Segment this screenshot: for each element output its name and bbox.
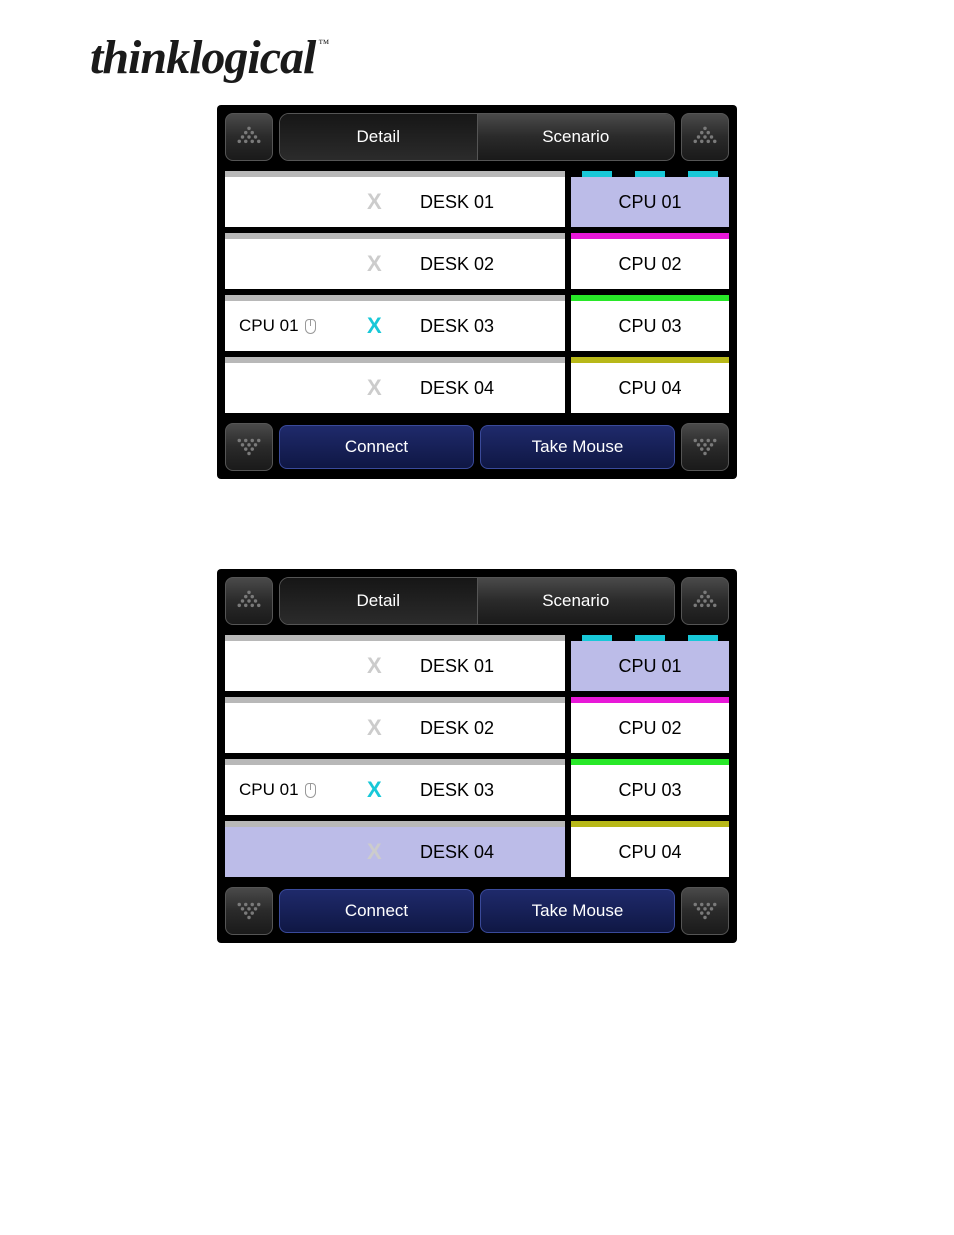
cpu-cell[interactable]: CPU 03 [571, 759, 729, 815]
connect-label: Connect [345, 901, 408, 921]
tab-scenario[interactable]: Scenario [478, 114, 675, 160]
mouse-icon [305, 319, 316, 334]
desk-label: DESK 02 [420, 254, 494, 275]
desk-cell[interactable]: CPU 01 X DESK 03 [225, 759, 565, 815]
triangle-down-icon [692, 898, 718, 924]
disconnect-x-icon[interactable]: X [367, 313, 382, 339]
cpu-label: CPU 01 [618, 656, 681, 677]
cpu-label: CPU 03 [618, 316, 681, 337]
triangle-up-icon [236, 588, 262, 614]
tab-scenario[interactable]: Scenario [478, 578, 675, 624]
take-mouse-button[interactable]: Take Mouse [480, 889, 675, 933]
desk-label: DESK 04 [420, 842, 494, 863]
cpu-accent-dashes [571, 635, 729, 641]
desk-cpu-grid: X DESK 01 CPU 01 X DESK 02 CPU 02 CPU 01 X DESK… [225, 635, 729, 877]
tab-scenario-label: Scenario [542, 591, 609, 611]
desk-label: DESK 04 [420, 378, 494, 399]
tab-group: Detail Scenario [279, 577, 675, 625]
cpu-cell[interactable]: CPU 02 [571, 233, 729, 289]
disconnect-x-icon[interactable]: X [367, 375, 382, 401]
grid-row: X DESK 01 CPU 01 [225, 635, 729, 691]
control-panel: Detail Scenario X DESK 01 CPU 01 X DESK 02 CPU… [217, 569, 737, 943]
desk-label: DESK 03 [420, 780, 494, 801]
desk-cell[interactable]: X DESK 01 [225, 635, 565, 691]
tab-detail-label: Detail [357, 591, 400, 611]
nav-up-left-button[interactable] [225, 577, 273, 625]
nav-up-right-button[interactable] [681, 113, 729, 161]
triangle-down-icon [692, 434, 718, 460]
grid-row: CPU 01 X DESK 03 CPU 03 [225, 295, 729, 351]
trademark-symbol: ™ [318, 38, 329, 50]
grid-row: X DESK 02 CPU 02 [225, 697, 729, 753]
mouse-icon [305, 783, 316, 798]
desk-cell[interactable]: X DESK 04 [225, 821, 565, 877]
cpu-cell[interactable]: CPU 02 [571, 697, 729, 753]
cpu-cell[interactable]: CPU 04 [571, 357, 729, 413]
control-panel: Detail Scenario X DESK 01 CPU 01 X DESK 02 CPU… [217, 105, 737, 479]
grid-row: X DESK 04 CPU 04 [225, 821, 729, 877]
connected-cpu-label: CPU 01 [239, 316, 316, 336]
take-mouse-label: Take Mouse [532, 901, 624, 921]
desk-cell[interactable]: X DESK 02 [225, 697, 565, 753]
take-mouse-label: Take Mouse [532, 437, 624, 457]
grid-row: X DESK 04 CPU 04 [225, 357, 729, 413]
cpu-cell[interactable]: CPU 04 [571, 821, 729, 877]
nav-down-left-button[interactable] [225, 887, 273, 935]
triangle-up-icon [692, 124, 718, 150]
desk-label: DESK 02 [420, 718, 494, 739]
disconnect-x-icon[interactable]: X [367, 251, 382, 277]
desk-label: DESK 01 [420, 192, 494, 213]
take-mouse-button[interactable]: Take Mouse [480, 425, 675, 469]
triangle-down-icon [236, 898, 262, 924]
grid-row: X DESK 02 CPU 02 [225, 233, 729, 289]
cpu-cell[interactable]: CPU 01 [571, 171, 729, 227]
triangle-up-icon [692, 588, 718, 614]
tab-detail[interactable]: Detail [280, 578, 478, 624]
cpu-accent-dashes [571, 171, 729, 177]
cpu-label: CPU 03 [618, 780, 681, 801]
desk-cell[interactable]: CPU 01 X DESK 03 [225, 295, 565, 351]
desk-cpu-grid: X DESK 01 CPU 01 X DESK 02 CPU 02 CPU 01 X DESK… [225, 171, 729, 413]
nav-up-right-button[interactable] [681, 577, 729, 625]
triangle-up-icon [236, 124, 262, 150]
connect-button[interactable]: Connect [279, 889, 474, 933]
cpu-label: CPU 01 [618, 192, 681, 213]
tab-detail-label: Detail [357, 127, 400, 147]
disconnect-x-icon[interactable]: X [367, 777, 382, 803]
connect-label: Connect [345, 437, 408, 457]
brand-name: thinklogical [90, 31, 315, 84]
nav-down-right-button[interactable] [681, 887, 729, 935]
nav-up-left-button[interactable] [225, 113, 273, 161]
disconnect-x-icon[interactable]: X [367, 653, 382, 679]
desk-label: DESK 01 [420, 656, 494, 677]
disconnect-x-icon[interactable]: X [367, 839, 382, 865]
tab-detail[interactable]: Detail [280, 114, 478, 160]
triangle-down-icon [236, 434, 262, 460]
tab-scenario-label: Scenario [542, 127, 609, 147]
connected-cpu-label: CPU 01 [239, 780, 316, 800]
disconnect-x-icon[interactable]: X [367, 715, 382, 741]
cpu-label: CPU 04 [618, 378, 681, 399]
desk-label: DESK 03 [420, 316, 494, 337]
nav-down-left-button[interactable] [225, 423, 273, 471]
brand-logo: thinklogical™ [0, 20, 954, 105]
cpu-cell[interactable]: CPU 01 [571, 635, 729, 691]
desk-cell[interactable]: X DESK 01 [225, 171, 565, 227]
connect-button[interactable]: Connect [279, 425, 474, 469]
cpu-cell[interactable]: CPU 03 [571, 295, 729, 351]
tab-group: Detail Scenario [279, 113, 675, 161]
desk-cell[interactable]: X DESK 04 [225, 357, 565, 413]
disconnect-x-icon[interactable]: X [367, 189, 382, 215]
cpu-label: CPU 02 [618, 254, 681, 275]
desk-cell[interactable]: X DESK 02 [225, 233, 565, 289]
grid-row: X DESK 01 CPU 01 [225, 171, 729, 227]
grid-row: CPU 01 X DESK 03 CPU 03 [225, 759, 729, 815]
cpu-label: CPU 04 [618, 842, 681, 863]
nav-down-right-button[interactable] [681, 423, 729, 471]
cpu-label: CPU 02 [618, 718, 681, 739]
